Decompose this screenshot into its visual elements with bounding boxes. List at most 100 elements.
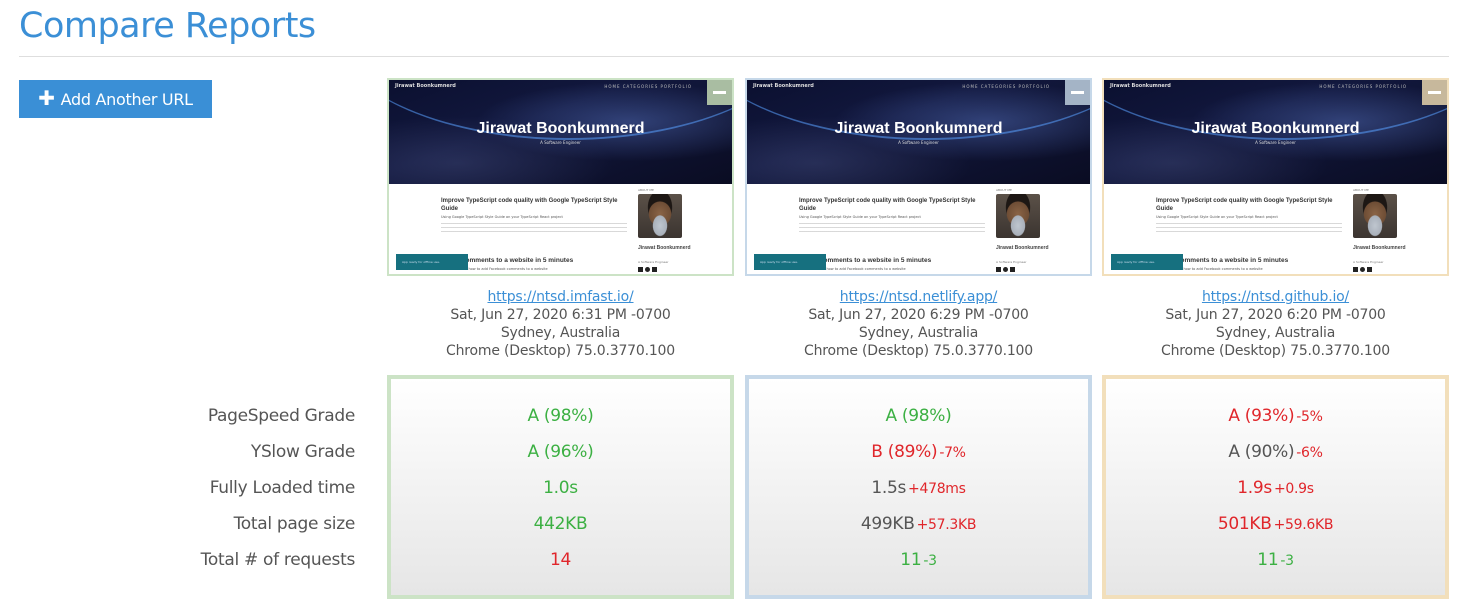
- screenshot-social-icons: [638, 267, 657, 272]
- linkedin-icon: [1010, 267, 1015, 272]
- add-another-url-label: Add Another URL: [60, 89, 193, 109]
- report-screenshot[interactable]: Jirawat Boonkumnerd HOME CATEGORIES PORT…: [1102, 78, 1449, 276]
- screenshot-social-icons: [1353, 267, 1372, 272]
- report-meta: https://ntsd.imfast.io/ Sat, Jun 27, 202…: [387, 288, 734, 360]
- report-screenshot[interactable]: Jirawat Boonkumnerd HOME CATEGORIES PORT…: [387, 78, 734, 276]
- metric-yslow-grade: A (90%) -6%: [1106, 434, 1445, 470]
- screenshot-nav: HOME CATEGORIES PORTFOLIO: [604, 84, 692, 89]
- metric-delta: -5%: [1296, 409, 1323, 425]
- metric-delta: -3: [1280, 553, 1294, 569]
- report-metrics-panel: A (93%) -5% A (90%) -6% 1.9s +0.9s 501KB +59.6K…: [1102, 375, 1449, 599]
- screenshot-avatar: [996, 194, 1040, 238]
- metric-value: A (96%): [527, 442, 594, 462]
- metric-pagespeed-grade: A (98%): [391, 398, 730, 434]
- facebook-icon: [638, 267, 643, 272]
- report-url-link[interactable]: https://ntsd.netlify.app/: [840, 289, 998, 305]
- report-browser: Chrome (Desktop) 75.0.3770.100: [446, 343, 675, 359]
- screenshot-about-role: A Software Engineer: [638, 260, 669, 264]
- screenshot-post-subtitle: Using Google TypeScript Style Guide on y…: [1156, 215, 1278, 219]
- github-icon: [1003, 267, 1008, 272]
- metric-value: A (90%): [1228, 442, 1295, 462]
- screenshot-hero: Jirawat Boonkumnerd HOME CATEGORIES PORT…: [747, 80, 1090, 184]
- screenshot-toast: App ready for offline use.: [1111, 254, 1183, 270]
- metric-yslow-grade: A (96%): [391, 434, 730, 470]
- metric-fully-loaded-time: 1.5s +478ms: [749, 470, 1088, 506]
- metric-value: 1.9s: [1237, 478, 1272, 498]
- screenshot-hero: Jirawat Boonkumnerd HOME CATEGORIES PORT…: [1104, 80, 1447, 184]
- metric-value: 442KB: [533, 514, 588, 534]
- collapse-report-button[interactable]: [1422, 80, 1447, 105]
- metric-fully-loaded-time: 1.9s +0.9s: [1106, 470, 1445, 506]
- screenshot-avatar: [638, 194, 682, 238]
- metric-total-page-size: 501KB +59.6KB: [1106, 506, 1445, 542]
- metric-value: 11: [1257, 550, 1279, 570]
- screenshot-post-subtitle: Using Google TypeScript Style Guide on y…: [441, 215, 563, 219]
- screenshot-about-label: ABOUT ME: [638, 188, 654, 192]
- report-browser: Chrome (Desktop) 75.0.3770.100: [1161, 343, 1390, 359]
- metric-delta: -6%: [1296, 445, 1323, 461]
- screenshot-avatar: [1353, 194, 1397, 238]
- screenshot-post-title: Improve TypeScript code quality with Goo…: [799, 198, 976, 212]
- metric-value: 1.0s: [543, 478, 578, 498]
- metric-delta: +0.9s: [1273, 481, 1314, 497]
- facebook-icon: [1353, 267, 1358, 272]
- report-metrics-panel: A (98%) B (89%) -7% 1.5s +478ms 499KB +57.3KB 1…: [745, 375, 1092, 599]
- screenshot-post-excerpt: [1156, 222, 1342, 234]
- screenshot-about-name: Jirawat Boonkumnerd: [638, 245, 691, 251]
- report-location: Sydney, Australia: [500, 325, 621, 341]
- screenshot-site-name: Jirawat Boonkumnerd: [834, 120, 1003, 137]
- screenshot-brand: Jirawat Boonkumnerd: [395, 83, 456, 89]
- metric-value: 499KB: [860, 514, 915, 534]
- report-browser: Chrome (Desktop) 75.0.3770.100: [804, 343, 1033, 359]
- metric-delta: -3: [923, 553, 937, 569]
- report-screenshot[interactable]: Jirawat Boonkumnerd HOME CATEGORIES PORT…: [745, 78, 1092, 276]
- metric-fully-loaded-time: 1.0s: [391, 470, 730, 506]
- screenshot-site-tagline: A Software Engineer: [898, 140, 939, 145]
- facebook-icon: [996, 267, 1001, 272]
- title-divider: [19, 56, 1449, 57]
- screenshot-toast-text: App ready for offline use.: [760, 260, 798, 264]
- linkedin-icon: [1367, 267, 1372, 272]
- metric-label-fully-loaded: Fully Loaded time: [209, 478, 356, 498]
- metric-delta: +478ms: [908, 481, 966, 497]
- report-url-link[interactable]: https://ntsd.imfast.io/: [487, 289, 633, 305]
- screenshot-brand: Jirawat Boonkumnerd: [753, 83, 814, 89]
- metric-label-yslow: YSlow Grade: [250, 442, 355, 462]
- add-another-url-button[interactable]: ✚ Add Another URL: [19, 80, 212, 118]
- metric-pagespeed-grade: A (93%) -5%: [1106, 398, 1445, 434]
- metric-value: A (98%): [885, 406, 952, 426]
- screenshot-toast-text: App ready for offline use.: [1117, 260, 1155, 264]
- metric-label-pagespeed: PageSpeed Grade: [207, 406, 355, 426]
- metric-value: 14: [549, 550, 572, 570]
- screenshot-site-tagline: A Software Engineer: [540, 140, 581, 145]
- metric-label-requests: Total # of requests: [200, 550, 356, 570]
- screenshot-site-name: Jirawat Boonkumnerd: [1191, 120, 1360, 137]
- report-date: Sat, Jun 27, 2020 6:31 PM -0700: [450, 307, 671, 323]
- screenshot-post-title: Improve TypeScript code quality with Goo…: [441, 198, 618, 212]
- metric-value: 11: [900, 550, 922, 570]
- collapse-report-button[interactable]: [707, 80, 732, 105]
- metric-value: A (98%): [527, 406, 594, 426]
- screenshot-about-label: ABOUT ME: [996, 188, 1012, 192]
- screenshot-toast-text: App ready for offline use.: [402, 260, 440, 264]
- report-meta: https://ntsd.netlify.app/ Sat, Jun 27, 2…: [745, 288, 1092, 360]
- screenshot-about-name: Jirawat Boonkumnerd: [996, 245, 1049, 251]
- screenshot-about-name: Jirawat Boonkumnerd: [1353, 245, 1406, 251]
- metric-value: 501KB: [1217, 514, 1272, 534]
- collapse-report-button[interactable]: [1065, 80, 1090, 105]
- metric-delta: +59.6KB: [1273, 517, 1334, 533]
- screenshot-toast: App ready for offline use.: [754, 254, 826, 270]
- screenshot-site-tagline: A Software Engineer: [1255, 140, 1296, 145]
- metric-delta: +57.3KB: [916, 517, 977, 533]
- screenshot-post-subtitle: Using Google TypeScript Style Guide on y…: [799, 215, 921, 219]
- screenshot-nav: HOME CATEGORIES PORTFOLIO: [1319, 84, 1407, 89]
- linkedin-icon: [652, 267, 657, 272]
- screenshot-about-role: A Software Engineer: [996, 260, 1027, 264]
- report-meta: https://ntsd.github.io/ Sat, Jun 27, 202…: [1102, 288, 1449, 360]
- metric-delta: -7%: [939, 445, 966, 461]
- report-url-link[interactable]: https://ntsd.github.io/: [1202, 289, 1349, 305]
- screenshot-brand: Jirawat Boonkumnerd: [1110, 83, 1171, 89]
- metric-label-page-size: Total page size: [233, 514, 356, 534]
- metric-total-page-size: 442KB: [391, 506, 730, 542]
- metric-yslow-grade: B (89%) -7%: [749, 434, 1088, 470]
